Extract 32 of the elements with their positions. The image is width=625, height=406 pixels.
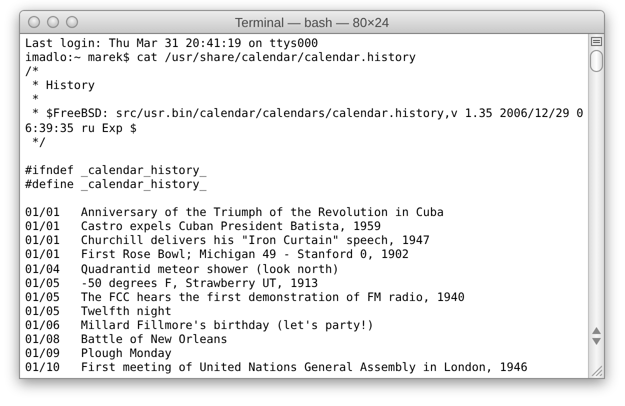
scroll-up-icon[interactable] — [592, 327, 601, 334]
terminal-line: #ifndef _calendar_history_ — [25, 162, 206, 177]
scroll-down-icon[interactable] — [592, 338, 601, 345]
terminal-line: */ — [30, 134, 46, 149]
terminal-line: 01/10 First meeting of United Nations General Assembly in London, 1946 — [25, 360, 528, 374]
scroll-bar[interactable] — [588, 34, 604, 378]
terminal-line: 01/01 Churchill delivers his "Iron Curtain" speech, 1947 — [25, 233, 430, 248]
terminal-line: 01/05 Twelfth night — [25, 304, 172, 318]
scroll-thumb[interactable] — [590, 50, 603, 72]
zoom-button[interactable] — [66, 16, 78, 28]
terminal-line: 01/08 Battle of New Orleans — [25, 332, 228, 346]
terminal-line: 01/01 Castro expels Cuban President Batista, 1959 — [25, 219, 381, 234]
terminal-line: 01/06 Millard Fillmore's birthday (let's party!) — [25, 318, 374, 332]
window-title: Terminal — bash — 80×24 — [234, 14, 390, 30]
terminal-line: imadlo:~ marek$ cat /usr/share/calendar/calendar.history — [25, 50, 416, 64]
resize-grip-icon[interactable] — [591, 365, 602, 376]
terminal-line: 01/01 Anniversary of the Triumph of the Revolution in Cuba — [25, 205, 444, 220]
split-view-icon[interactable] — [591, 37, 602, 46]
minimize-button[interactable] — [47, 16, 59, 28]
terminal-line: 01/01 First Rose Bowl; Michigan 49 - Stanford 0, 1902 — [25, 247, 409, 262]
terminal-line: 01/05 -50 degrees F, Strawberry UT, 1913 — [25, 276, 318, 290]
terminal-line: 6:39:35 ru Exp $ — [25, 120, 137, 135]
terminal-line: * $FreeBSD: src/usr.bin/calendar/calendars/calendar.history,v 1.35 2006/12/29 0 — [30, 106, 584, 121]
terminal-line: * History — [30, 78, 95, 92]
terminal-line: 01/05 The FCC hears the first demonstration of FM radio, 1940 — [25, 290, 465, 304]
terminal-line: 01/04 Quadrantid meteor shower (look north) — [25, 262, 340, 276]
terminal-line: 01/09 Plough Monday — [25, 346, 172, 360]
close-button[interactable] — [28, 16, 40, 28]
terminal-line: Last login: Thu Mar 31 20:41:19 on ttys000 — [25, 36, 318, 50]
terminal-line: #define _calendar_history_ — [25, 176, 206, 192]
terminal-line: /* — [25, 64, 39, 78]
terminal-line: * — [30, 92, 39, 106]
